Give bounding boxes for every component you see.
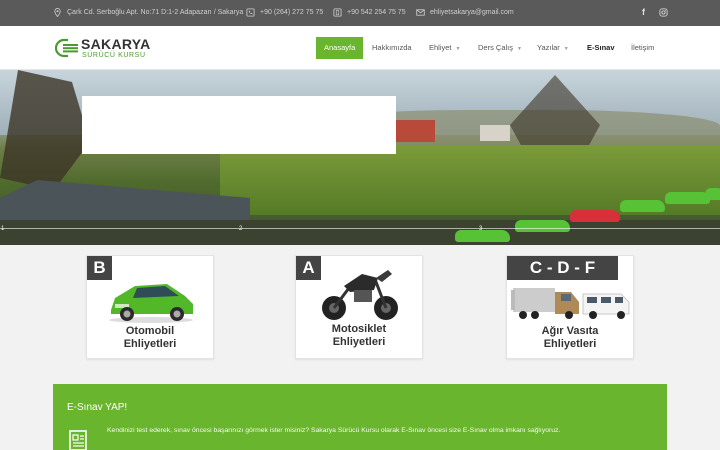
- nav-item-iletisim[interactable]: İletişim: [631, 37, 654, 59]
- car-shape: [705, 188, 720, 200]
- chevron-down-icon: ▼: [455, 46, 461, 52]
- nav-item-ders-calis[interactable]: Ders Çalış ▼: [478, 37, 522, 59]
- nav-item-hakkimizda[interactable]: Hakkımızda: [372, 37, 412, 59]
- envelope-icon: [416, 8, 425, 17]
- building-shape: [480, 125, 510, 141]
- card-title-line1: Motosiklet: [331, 323, 387, 335]
- main-nav: Anasayfa Hakkımızda Ehliyet ▼ Ders Çalış ▼…: [0, 37, 720, 59]
- card-car-license[interactable]: B Otomobil Ehliyetleri: [86, 255, 214, 359]
- nav-item-ehliyet[interactable]: Ehliyet ▼: [429, 37, 460, 59]
- motorcycle-image: [322, 270, 398, 320]
- slide-number[interactable]: 1: [1, 226, 4, 232]
- slider-progress-line: [0, 228, 720, 229]
- exam-document-icon: [69, 430, 87, 450]
- address-item: Çark Cd. Serboğlu Apt. No:71 D:1-2 Adapa…: [53, 8, 243, 17]
- card-motorcycle-license[interactable]: A Motosiklet Ehliyetleri: [295, 255, 423, 359]
- e-sinav-description: Kendinizi test ederek, sınav öncesi başa…: [107, 427, 561, 434]
- address-text: Çark Cd. Serboğlu Apt. No:71 D:1-2 Adapa…: [67, 9, 244, 16]
- card-title-line2: Ehliyetleri: [332, 336, 386, 348]
- hero-roof: [0, 180, 250, 225]
- truck-bus-image: [511, 288, 630, 319]
- car-image: [109, 284, 193, 323]
- mobile-item[interactable]: +90 542 254 75 75: [333, 8, 406, 17]
- map-pin-icon: [53, 8, 62, 17]
- nav-item-anasayfa[interactable]: Anasayfa: [316, 37, 364, 59]
- slide-number[interactable]: 3: [479, 226, 482, 232]
- nav-label: Ders Çalış: [478, 43, 514, 52]
- e-sinav-title[interactable]: E-Sınav YAP!: [67, 402, 127, 413]
- mobile-phone-icon: [333, 8, 342, 17]
- top-info-bar: Çark Cd. Serboğlu Apt. No:71 D:1-2 Adapa…: [0, 0, 720, 26]
- nav-item-yazilar[interactable]: Yazılar ▼: [537, 37, 569, 59]
- card-title-line2: Ehliyetleri: [543, 338, 597, 350]
- card-title-line2: Ehliyetleri: [123, 338, 177, 350]
- hero-caption-box: [82, 96, 396, 154]
- nav-label: İletişim: [631, 43, 655, 52]
- chevron-down-icon: ▼: [517, 46, 522, 52]
- building-shape: [395, 120, 435, 142]
- card-title-line1: Ağır Vasıta: [541, 325, 599, 337]
- email-text[interactable]: ehliyetsakarya@gmail.com: [430, 9, 514, 16]
- phone-item[interactable]: +90 (264) 272 75 75: [246, 8, 323, 17]
- mobile-text[interactable]: +90 542 254 75 75: [347, 9, 406, 16]
- nav-label: Yazılar: [537, 43, 560, 52]
- slide-number[interactable]: 2: [239, 226, 242, 232]
- nav-label: Ehliyet: [429, 43, 452, 52]
- nav-label: E-Sınav: [587, 43, 615, 52]
- nav-item-e-sinav[interactable]: E-Sınav: [587, 37, 615, 59]
- e-sinav-section: E-Sınav YAP! Kendinizi test ederek, sına…: [53, 384, 667, 450]
- nav-label: Hakkımızda: [372, 43, 412, 52]
- car-shape: [455, 230, 510, 242]
- email-item[interactable]: ehliyetsakarya@gmail.com: [416, 8, 514, 17]
- instagram-icon[interactable]: [658, 7, 669, 18]
- car-shape: [515, 220, 570, 232]
- phone-text[interactable]: +90 (264) 272 75 75: [260, 9, 323, 16]
- facebook-icon[interactable]: f: [638, 7, 649, 18]
- card-title-line1: Otomobil: [125, 325, 175, 337]
- phone-icon: [246, 8, 255, 17]
- license-class-badge: C - D - F: [507, 256, 618, 280]
- site-header: SAKARYA SÜRÜCÜ KURSU Anasayfa Hakkımızda…: [0, 26, 720, 70]
- car-shape: [665, 192, 710, 204]
- hero-ground: [0, 220, 720, 245]
- chevron-down-icon: ▼: [563, 46, 569, 52]
- car-shape: [620, 200, 665, 212]
- car-shape: [570, 210, 620, 222]
- nav-label: Anasayfa: [324, 43, 356, 52]
- card-heavy-vehicle-license[interactable]: C - D - F Ağır Vasıta Ehliyetleri: [506, 255, 634, 359]
